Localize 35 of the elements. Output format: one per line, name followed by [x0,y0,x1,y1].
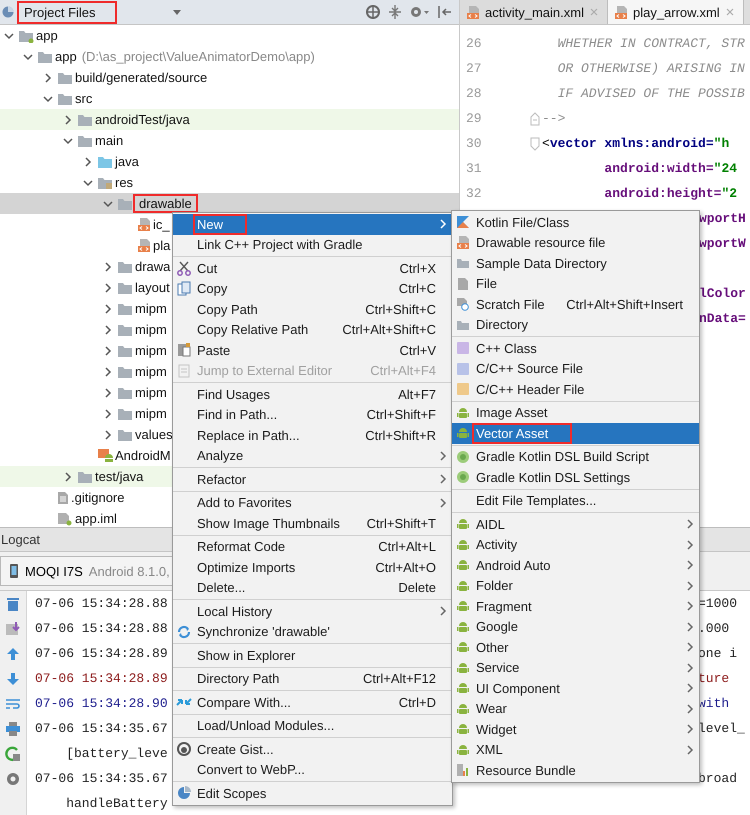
code-line: WHETHER IN CONTRACT, STR [556,36,745,51]
line-number: 28 [465,86,483,101]
log-line: ture [698,671,730,686]
logcat-title: Logcat [1,532,40,547]
device-name: MOQI I7S [25,564,83,578]
log-line: 07-06 15:34:28.88 [35,621,168,636]
code-line: IF ADVISED OF THE POSSIB [556,86,745,101]
line-number: 29 [465,111,483,126]
log-line: 07-06 15:34:28.90 [35,696,168,711]
line-number: 26 [465,36,483,51]
line-number: 31 [465,161,483,176]
log-line: 07-06 15:34:35.67 [35,721,168,736]
code-line: wportW [699,236,746,251]
code-line: nData= [699,311,746,326]
log-line: 07-06 15:34:35.67 [35,771,168,786]
log-line: 07-06 15:34:28.88 [35,596,168,611]
log-line: =1000 [698,596,738,611]
log-line: .000 [698,621,730,636]
path-label: (D:\as_project\ValueAnimatorDemo\app) [82,49,315,64]
code-line: wportH [699,211,746,226]
log-line: level_ [698,721,746,736]
device-detail: Android 8.1.0, [88,564,170,578]
code-line: android:width="24 [603,161,738,176]
log-line: handleBattery [65,796,168,811]
code-line: --> [542,111,566,126]
line-number: 27 [465,61,483,76]
line-number: 32 [465,186,483,201]
code-line: android:height="2 [603,186,738,201]
log-line: 07-06 15:34:28.89 [35,671,168,686]
log-line: 07-06 15:34:28.89 [35,646,168,661]
log-line: [battery_leve [65,746,168,761]
line-number: 30 [465,136,483,151]
code-line: lColor [699,286,746,301]
code-line: OR OTHERWISE) ARISING IN [556,61,745,76]
code-line: <vector xmlns:android="h [542,136,730,151]
